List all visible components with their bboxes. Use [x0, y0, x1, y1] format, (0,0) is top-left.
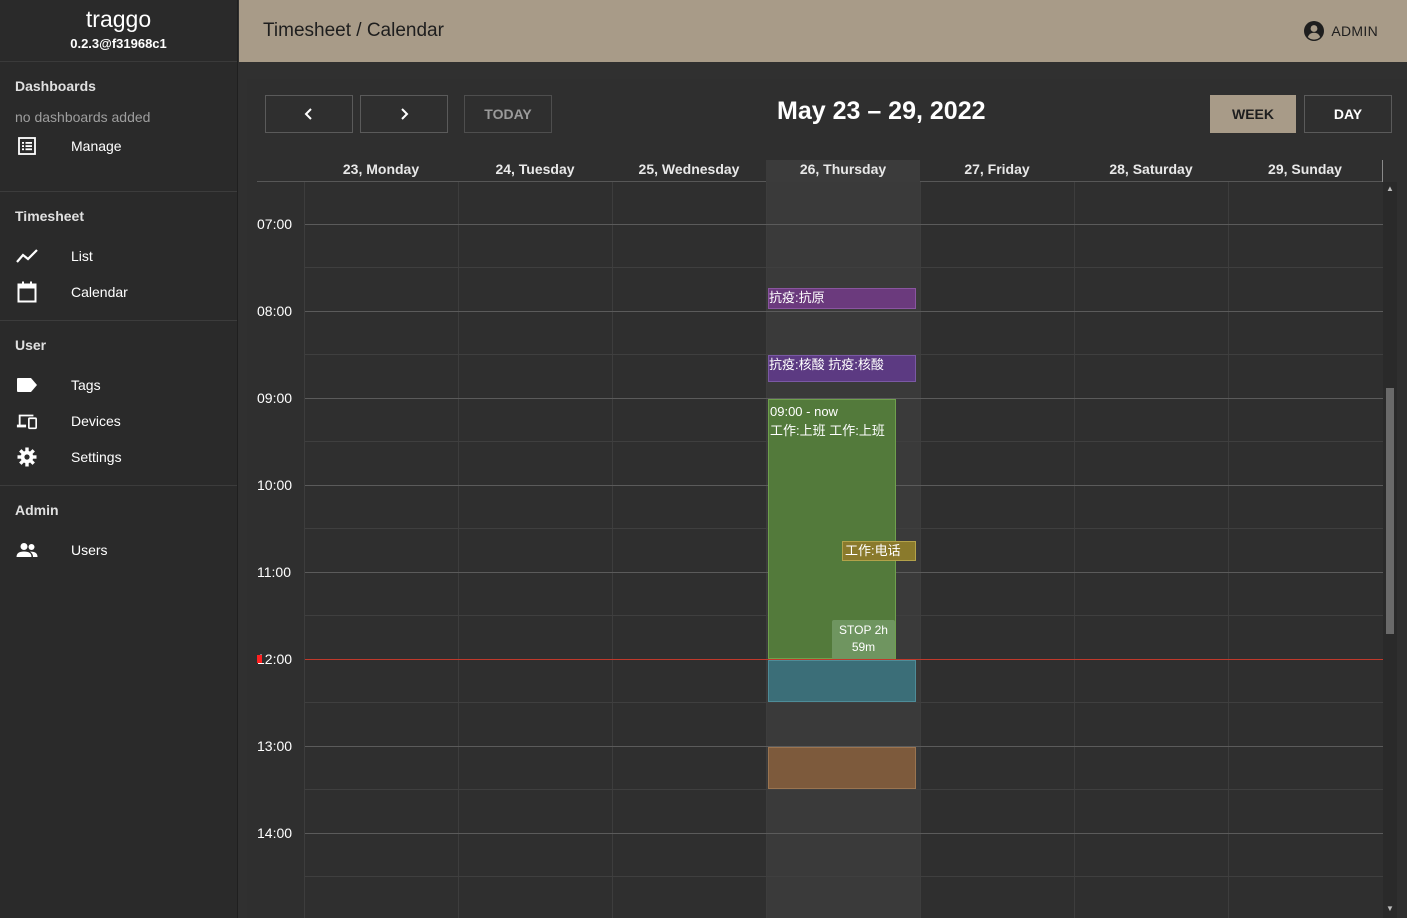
sidebar-item-label: Users [71, 542, 108, 558]
calendar-icon [16, 281, 38, 303]
user-menu[interactable]: ADMIN [1303, 20, 1378, 42]
hour-label: 14:00 [257, 825, 293, 841]
chevron-left-icon [304, 108, 312, 120]
current-time-line [305, 659, 1383, 660]
trending-line-icon [16, 245, 38, 267]
hour-line [305, 224, 1383, 225]
sidebar-item-label: Tags [71, 377, 101, 393]
day-header-wednesday: 25, Wednesday [638, 161, 740, 177]
prev-week-button[interactable] [265, 95, 353, 133]
half-hour-line [305, 702, 1383, 703]
hour-line [305, 311, 1383, 312]
sidebar-item-devices[interactable]: Devices [0, 403, 237, 439]
brand: traggo 0.2.3@f31968c1 [0, 0, 237, 62]
day-view-button[interactable]: DAY [1304, 95, 1392, 133]
day-header-tuesday: 24, Tuesday [495, 161, 575, 177]
tag-icon [16, 374, 38, 396]
hour-label: 08:00 [257, 303, 293, 319]
sidebar-item-list[interactable]: List [0, 238, 237, 274]
column-divider [920, 182, 921, 918]
app-name: traggo [85, 6, 152, 32]
section-title: Dashboards [15, 78, 96, 94]
week-view-button[interactable]: WEEK [1210, 95, 1296, 133]
day-header-thursday: 26, Thursday [766, 160, 920, 182]
event-tags: 工作:上班 工作:上班 [770, 423, 885, 438]
column-divider [1228, 182, 1229, 918]
sidebar-item-label: Calendar [71, 284, 128, 300]
account-circle-icon [1304, 21, 1325, 41]
devices-icon [16, 410, 38, 432]
column-divider [766, 182, 767, 918]
hour-label: 12:00 [257, 651, 293, 667]
current-time-marker [257, 655, 262, 663]
top-bar: Timesheet / Calendar ADMIN [239, 0, 1407, 62]
next-week-button[interactable] [360, 95, 448, 133]
sidebar-item-label: Settings [71, 449, 122, 465]
sidebar-item-users[interactable]: Users [0, 532, 237, 568]
day-header-friday: 27, Friday [964, 161, 1030, 177]
calendar-event[interactable] [768, 660, 916, 702]
sidebar-item-label: List [71, 248, 93, 264]
section-title: User [15, 337, 47, 353]
column-divider [304, 182, 305, 918]
hour-label: 09:00 [257, 390, 293, 406]
calendar-card: TODAY May 23 – 29, 2022 WEEK DAY 23, Mon… [247, 79, 1407, 918]
sidebar-item-tags[interactable]: Tags [0, 367, 237, 403]
people-icon [16, 539, 38, 561]
stop-timer-button[interactable]: STOP 2h 59m [832, 620, 895, 659]
scrollbar[interactable]: ▲ ▼ [1383, 182, 1397, 918]
user-name: ADMIN [1331, 23, 1378, 39]
calendar-event[interactable]: 工作:电话 [842, 541, 916, 561]
sidebar: traggo 0.2.3@f31968c1 Dashboards no dash… [0, 0, 238, 918]
sidebar-item-calendar[interactable]: Calendar [0, 274, 237, 310]
half-hour-line [305, 267, 1383, 268]
chevron-right-icon [401, 108, 409, 120]
event-time: 09:00 - now [770, 404, 838, 419]
half-hour-line [305, 789, 1383, 790]
day-header-monday: 23, Monday [342, 161, 420, 177]
date-range-title: May 23 – 29, 2022 [777, 97, 986, 125]
sidebar-item-manage[interactable]: Manage [0, 128, 237, 164]
sidebar-item-settings[interactable]: Settings [0, 439, 237, 475]
today-button[interactable]: TODAY [464, 95, 552, 133]
sidebar-item-label: Manage [71, 138, 122, 154]
column-divider [1074, 182, 1075, 918]
header-divider [1382, 160, 1383, 182]
column-divider [612, 182, 613, 918]
page-title: Timesheet / Calendar [263, 20, 444, 41]
hour-label: 13:00 [257, 738, 293, 754]
sidebar-section-timesheet: Timesheet List Calendar [0, 192, 237, 321]
hour-label: 11:00 [257, 564, 291, 580]
gear-icon [16, 446, 38, 468]
scroll-up-icon[interactable]: ▲ [1385, 184, 1395, 194]
half-hour-line [305, 876, 1383, 877]
sidebar-section-admin: Admin Users [0, 486, 237, 568]
day-header-saturday: 28, Saturday [1109, 161, 1193, 177]
calendar-event[interactable]: 抗疫:核酸 抗疫:核酸 [768, 355, 916, 382]
column-divider [458, 182, 459, 918]
no-dashboards-text: no dashboards added [15, 109, 151, 125]
calendar-event[interactable] [768, 747, 916, 789]
hour-line [305, 833, 1383, 834]
app-version: 0.2.3@f31968c1 [70, 36, 167, 51]
time-grid[interactable]: 07:00 08:00 09:00 10:00 11:00 12:00 13:0… [257, 182, 1383, 918]
day-header-sunday: 29, Sunday [1268, 161, 1342, 177]
scroll-down-icon[interactable]: ▼ [1385, 904, 1395, 914]
calendar-event[interactable]: 抗疫:抗原 [768, 288, 916, 309]
sidebar-item-label: Devices [71, 413, 121, 429]
day-header-row: 23, Monday 24, Tuesday 25, Wednesday 26,… [257, 160, 1383, 182]
sidebar-section-user: User Tags Devices Settings [0, 321, 237, 486]
app: traggo 0.2.3@f31968c1 Dashboards no dash… [0, 0, 1407, 918]
section-title: Admin [15, 502, 59, 518]
hour-label: 10:00 [257, 477, 293, 493]
scrollbar-thumb[interactable] [1386, 388, 1394, 634]
section-title: Timesheet [15, 208, 84, 224]
sidebar-section-dashboards: Dashboards no dashboards added Manage [0, 62, 237, 192]
hour-label: 07:00 [257, 216, 293, 232]
list-box-icon [16, 135, 38, 157]
